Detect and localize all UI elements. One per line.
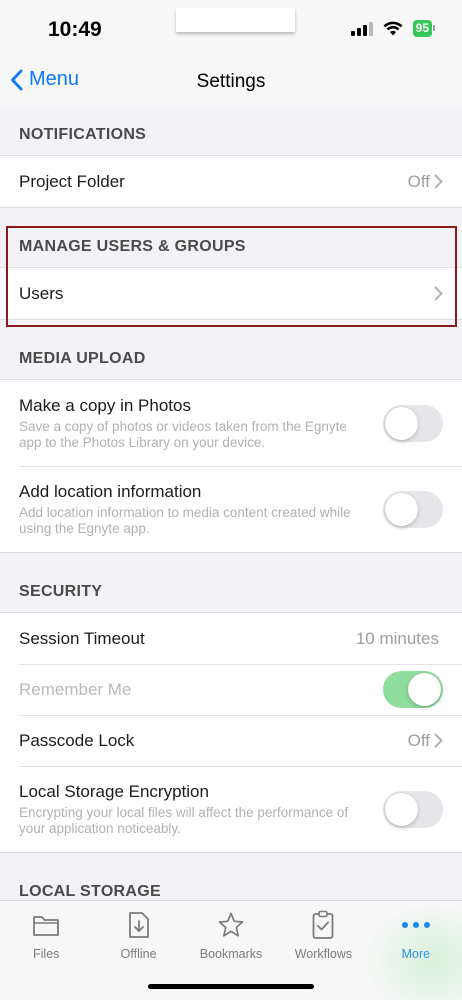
section-header-manage-users: MANAGE USERS & GROUPS [0,208,462,268]
copy-in-photos-toggle[interactable] [383,404,443,442]
page-title: Settings [196,71,266,92]
section-header-media-upload: MEDIA UPLOAD [0,320,462,380]
wifi-icon [383,21,403,36]
navigation-bar: Menu Settings [0,56,462,108]
passcode-lock-row[interactable]: Passcode Lock Off [0,715,462,766]
section-header-local-storage: LOCAL STORAGE [0,853,462,900]
copy-in-photos-label: Make a copy in Photos [19,395,191,415]
location-info-description: Add location information to media conten… [19,504,351,536]
tab-files-label: Files [33,947,60,961]
chevron-right-icon [434,286,443,301]
tab-bookmarks-label: Bookmarks [199,947,263,961]
status-bar: 10:49 95 [0,0,462,56]
notifications-group: Project Folder Off [0,156,462,208]
session-timeout-row[interactable]: Session Timeout 10 minutes [0,613,462,664]
top-overlay-tab [176,8,295,32]
tab-offline-label: Offline [120,947,157,961]
section-header-notifications: NOTIFICATIONS [0,108,462,156]
remember-me-toggle[interactable] [383,671,443,708]
star-icon [218,912,244,937]
toggle-knob [385,406,418,440]
security-group: Session Timeout 10 minutes Remember Me P… [0,613,462,853]
toggle-knob [408,673,441,706]
status-icons: 95 [350,20,436,37]
passcode-lock-label: Passcode Lock [19,730,135,750]
tab-more-label: More [401,947,431,961]
tab-files[interactable]: Files [0,901,92,1000]
home-indicator[interactable] [148,984,314,989]
location-info-toggle[interactable] [383,490,443,528]
tab-workflows-label: Workflows [294,947,353,961]
toggle-knob [385,492,418,526]
settings-list[interactable]: NOTIFICATIONS Project Folder Off MANAGE … [0,108,462,900]
project-folder-label: Project Folder [19,171,125,191]
copy-in-photos-row: Make a copy in Photos Save a copy of pho… [0,380,462,466]
section-header-security: SECURITY [0,553,462,613]
location-info-label: Add location information [19,481,202,501]
chevron-right-icon [434,174,443,189]
session-timeout-value: 10 minutes [355,628,439,648]
clipboard-check-icon [313,910,334,939]
more-dots-icon [401,922,430,928]
status-time: 10:49 [48,18,102,41]
local-storage-encryption-row: Local Storage Encryption Encrypting your… [0,766,462,852]
tab-more[interactable]: More [370,901,462,1000]
local-storage-encryption-label: Local Storage Encryption [19,781,209,801]
toggle-knob [385,792,418,826]
battery-icon: 95 [412,20,436,37]
location-info-row: Add location information Add location in… [0,466,462,552]
folder-icon [33,916,60,936]
session-timeout-label: Session Timeout [19,628,145,648]
project-folder-row[interactable]: Project Folder Off [0,156,462,207]
cellular-signal-icon [350,21,373,36]
copy-in-photos-description: Save a copy of photos or videos taken fr… [19,418,347,450]
chevron-right-icon [434,733,443,748]
offline-download-icon [128,912,149,938]
project-folder-value: Off [407,171,430,191]
local-storage-encryption-description: Encrypting your local files will affect … [19,804,349,836]
users-row[interactable]: Users [0,268,462,319]
manage-users-group: Users [0,268,462,320]
remember-me-row: Remember Me [0,664,462,715]
local-storage-encryption-toggle[interactable] [383,790,443,828]
media-upload-group: Make a copy in Photos Save a copy of pho… [0,380,462,553]
passcode-lock-value: Off [407,730,430,750]
remember-me-label: Remember Me [19,679,132,699]
users-label: Users [19,283,64,303]
